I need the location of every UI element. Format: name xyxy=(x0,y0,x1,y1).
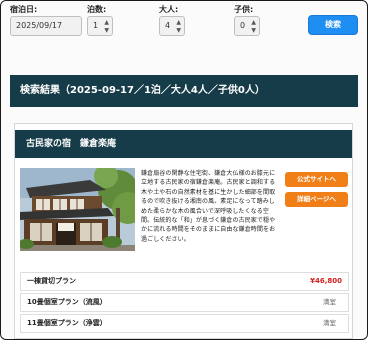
plan-name: 11畳個室プラン（浄雲） xyxy=(27,319,107,327)
inn-description: 鎌倉扇谷の閑静な住宅街、鎌倉大仏様のお膝元に立地する古民家の宿鎌倉楽庵。古民家と… xyxy=(141,170,276,243)
nights-select[interactable]: 1 ▲ ▼ xyxy=(87,16,113,36)
inn-header: 古民家の宿 鎌倉楽庵 xyxy=(15,130,352,158)
select-arrows-icon: ▲ ▼ xyxy=(176,19,181,34)
results-title: 検索結果（2025-09-17／1泊／大人4人／子供0人） xyxy=(20,85,265,96)
plan-row[interactable]: 10畳個室プラン（流風） 満室 xyxy=(20,293,349,312)
plan-row[interactable]: 一棟貸切プラン ¥46,800 xyxy=(20,272,349,291)
inn-name: 古民家の宿 鎌倉楽庵 xyxy=(26,139,117,149)
plan-row[interactable]: 11畳個室プラン（浄雲） 満室 xyxy=(20,314,349,333)
plan-status-badge: 満室 xyxy=(323,319,336,327)
page-frame: 宿泊日: 2025/09/17 泊数: 1 ▲ ▼ 大人: 4 ▲ ▼ 子供: 0 … xyxy=(0,0,368,340)
children-label: 子供: xyxy=(234,5,254,14)
detail-page-button[interactable]: 詳細ページへ xyxy=(285,192,348,207)
plan-name: 一棟貸切プラン xyxy=(27,277,76,285)
plan-status-badge: 満室 xyxy=(323,298,336,306)
nights-label: 泊数: xyxy=(87,5,107,14)
house-illustration xyxy=(20,168,135,251)
search-bar: 宿泊日: 2025/09/17 泊数: 1 ▲ ▼ 大人: 4 ▲ ▼ 子供: 0 … xyxy=(10,3,360,37)
children-value: 0 xyxy=(240,21,246,30)
results-header: 検索結果（2025-09-17／1泊／大人4人／子供0人） xyxy=(10,75,358,107)
nights-value: 1 xyxy=(93,21,99,30)
checkin-label: 宿泊日: xyxy=(10,5,38,14)
checkin-date-input[interactable]: 2025/09/17 xyxy=(10,16,82,36)
inn-card: 古民家の宿 鎌倉楽庵 鎌倉扇谷の閑静な住宅街、鎌倉大仏様のお膝元に立地する古民家… xyxy=(14,123,353,339)
select-arrows-icon: ▲ ▼ xyxy=(104,19,109,34)
adults-label: 大人: xyxy=(159,5,179,14)
plan-price: ¥46,800 xyxy=(310,277,342,285)
checkin-date-value: 2025/09/17 xyxy=(16,21,63,30)
official-site-button[interactable]: 公式サイトへ xyxy=(285,172,348,187)
children-select[interactable]: 0 ▲ ▼ xyxy=(234,16,260,36)
inn-photo xyxy=(20,168,135,251)
adults-select[interactable]: 4 ▲ ▼ xyxy=(159,16,185,36)
search-button[interactable]: 検索 xyxy=(308,15,358,35)
select-arrows-icon: ▲ ▼ xyxy=(251,19,256,34)
adults-value: 4 xyxy=(165,21,171,30)
plan-name: 10畳個室プラン（流風） xyxy=(27,298,107,306)
